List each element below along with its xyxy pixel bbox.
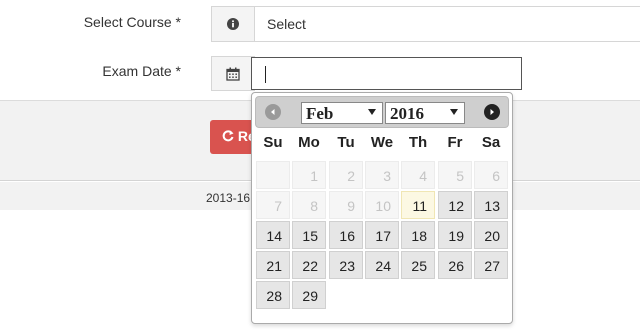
month-value: Feb: [306, 104, 334, 123]
weekday-header: We: [370, 134, 394, 151]
exam-date-label: Exam Date *: [102, 63, 181, 79]
weekday-header: Tu: [337, 134, 355, 151]
day-cell[interactable]: 22: [292, 251, 326, 279]
weekday-header: Th: [408, 134, 428, 151]
day-cell: 3: [365, 161, 399, 189]
year-value: 2016: [390, 104, 424, 123]
day-cell: 10: [365, 191, 399, 219]
month-select[interactable]: Feb: [301, 102, 383, 124]
day-cell[interactable]: 24: [365, 251, 399, 279]
course-select[interactable]: Select: [254, 6, 640, 42]
day-cell: 5: [438, 161, 472, 189]
datepicker-header: Feb 2016: [255, 96, 509, 128]
day-cell[interactable]: 25: [401, 251, 435, 279]
exam-form: Select Course * Select Exam Date *: [0, 0, 640, 101]
day-cell[interactable]: 20: [474, 221, 508, 249]
day-cell: 9: [329, 191, 363, 219]
text-caret: [265, 66, 266, 83]
next-month-button[interactable]: [484, 104, 500, 120]
day-cell: 6: [474, 161, 508, 189]
course-addon: [211, 6, 255, 42]
day-cell[interactable]: 23: [329, 251, 363, 279]
year-dropdown-icon: [450, 109, 458, 115]
day-cell[interactable]: 29: [292, 281, 326, 309]
day-cell: 2: [329, 161, 363, 189]
day-cell[interactable]: 18: [401, 221, 435, 249]
chevron-right-icon: [490, 109, 494, 115]
weekday-header: Mo: [298, 134, 320, 151]
footer-text: 2013-16: [206, 191, 251, 205]
empty-day-cell: [256, 161, 290, 189]
datepicker: Feb 2016 Su Mo Tu We Th Fr Sa 1 2 3 4 5 6 7 8 9 10 11 12 13…: [251, 92, 513, 324]
prev-month-button[interactable]: [265, 104, 281, 120]
day-cell: 1: [292, 161, 326, 189]
info-icon: [227, 18, 239, 30]
day-cell: 8: [292, 191, 326, 219]
refresh-icon: [222, 130, 234, 142]
weekday-header: Sa: [481, 134, 501, 151]
day-cell[interactable]: 13: [474, 191, 508, 219]
weekday-header: Fr: [447, 134, 463, 151]
day-cell[interactable]: 26: [438, 251, 472, 279]
day-cell: 7: [256, 191, 290, 219]
course-label: Select Course *: [83, 14, 181, 30]
day-cell[interactable]: 17: [365, 221, 399, 249]
date-addon: [211, 56, 255, 91]
day-cell[interactable]: 15: [292, 221, 326, 249]
exam-date-input[interactable]: [251, 57, 522, 90]
month-dropdown-icon: [368, 109, 376, 115]
day-cell[interactable]: 16: [329, 221, 363, 249]
day-cell-today[interactable]: 11: [401, 191, 435, 219]
chevron-left-icon: [271, 109, 275, 115]
day-cell[interactable]: 27: [474, 251, 508, 279]
day-cell[interactable]: 19: [438, 221, 472, 249]
weekday-header: Su: [263, 134, 283, 151]
day-cell[interactable]: 21: [256, 251, 290, 279]
day-cell[interactable]: 28: [256, 281, 290, 309]
year-select[interactable]: 2016: [385, 102, 465, 124]
day-cell[interactable]: 12: [438, 191, 472, 219]
day-cell[interactable]: 14: [256, 221, 290, 249]
day-cell: 4: [401, 161, 435, 189]
calendar-icon: [226, 67, 240, 81]
